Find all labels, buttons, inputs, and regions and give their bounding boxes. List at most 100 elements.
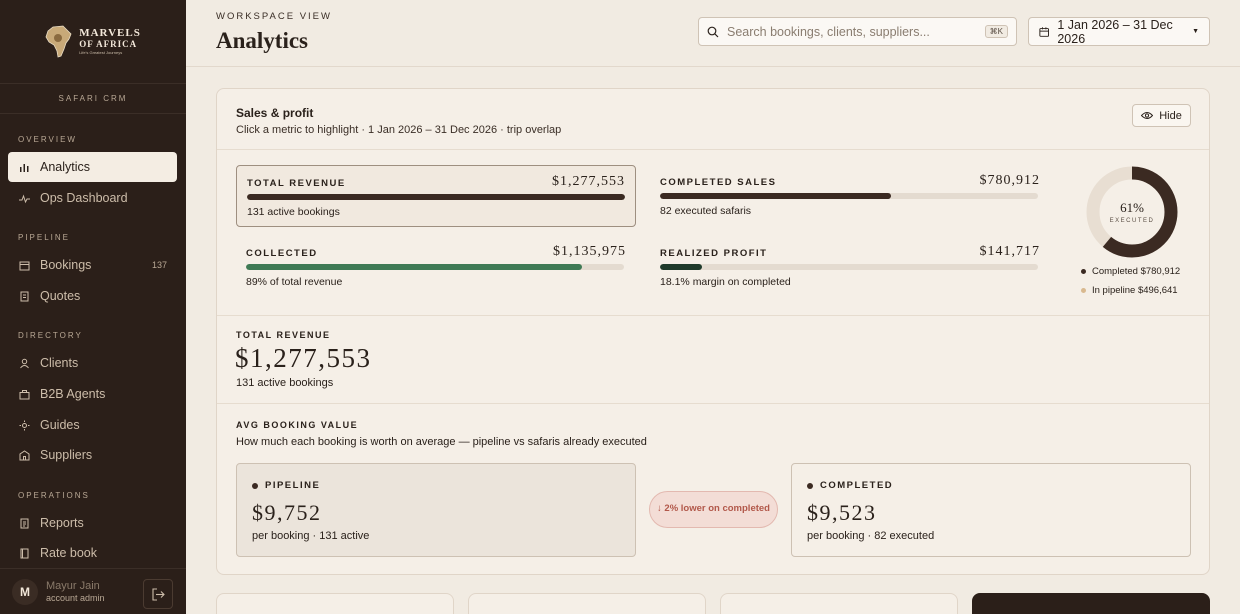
metric-label: REALIZED PROFIT (660, 248, 768, 259)
total-revenue-note: 131 active bookings (236, 377, 334, 389)
divider (217, 149, 1209, 150)
metric-progress-track (246, 264, 624, 270)
sun-icon (18, 419, 30, 431)
avg-booking-label: AVG BOOKING VALUE (236, 420, 359, 430)
metric-note: 82 executed safaris (660, 205, 752, 217)
metric-progress-fill (246, 264, 583, 270)
metric-total-revenue[interactable]: TOTAL REVENUE $1,277,553 131 active book… (236, 165, 636, 227)
sidebar-item-ops-dashboard[interactable]: Ops Dashboard (8, 183, 177, 213)
date-range-label: 1 Jan 2026 – 31 Dec 2026 (1057, 17, 1173, 46)
metric-progress-track (660, 193, 1038, 199)
sidebar-item-label: Reports (40, 516, 84, 530)
brand-logo[interactable]: MARVELS OF AFRICA Life's Greatest Journe… (0, 0, 186, 84)
donut-percent: 61% (1120, 200, 1144, 215)
comparison-text: 2% lower on completed (664, 503, 770, 515)
metric-value: $141,717 (979, 244, 1040, 259)
metric-realized-profit[interactable]: REALIZED PROFIT $141,717 18.1% margin on… (650, 236, 1050, 298)
legend-pipeline: In pipeline $496,641 (1081, 285, 1178, 296)
avg-pipeline-value: $9,752 (252, 500, 322, 525)
metric-label: COLLECTED (246, 248, 318, 259)
search-box[interactable]: ⌘K (698, 17, 1017, 46)
search-icon (707, 26, 719, 37)
avg-pipeline-card[interactable]: PIPELINE $9,752 per booking · 131 active (236, 463, 636, 557)
hide-button[interactable]: Hide (1132, 104, 1191, 127)
metric-note: 89% of total revenue (246, 276, 343, 288)
metric-value: $1,135,975 (553, 244, 626, 259)
avatar[interactable]: M (12, 578, 38, 605)
sidebar-item-label: B2B Agents (40, 387, 106, 401)
sidebar-item-label: Bookings (40, 258, 92, 272)
legend-dot (1081, 288, 1086, 293)
user-name: Mayur Jain (46, 579, 100, 592)
avg-completed-value: $9,523 (807, 500, 877, 525)
metric-label: COMPLETED SALES (660, 177, 777, 188)
metric-completed-sales[interactable]: COMPLETED SALES $780,912 82 executed saf… (650, 165, 1050, 227)
sidebar-item-quotes[interactable]: Quotes (8, 281, 177, 311)
avg-completed-label: COMPLETED (820, 480, 894, 491)
page-header: WORKSPACE VIEW Analytics ⌘K 1 Jan 2026 –… (186, 0, 1240, 67)
calendar-icon (18, 259, 30, 271)
hide-label: Hide (1159, 109, 1182, 122)
avg-pipeline-note: per booking · 131 active (252, 530, 370, 542)
sidebar-item-label: Analytics (40, 160, 91, 174)
sales-profit-card: Sales & profit Click a metric to highlig… (216, 88, 1210, 575)
brand-tagline: Life's Greatest Journeys (79, 50, 123, 55)
page-title: Analytics (216, 28, 308, 53)
summary-card-dark[interactable] (972, 593, 1210, 614)
sidebar-item-label: Clients (40, 356, 79, 370)
sidebar-item-clients[interactable]: Clients (8, 348, 177, 378)
bookings-count-badge: 137 (151, 260, 167, 270)
quote-doc-icon (18, 290, 30, 302)
briefcase-icon (18, 388, 30, 400)
bar-chart-icon (18, 161, 30, 173)
legend-label: Completed $780,912 (1092, 266, 1181, 277)
calendar-icon (1039, 26, 1049, 37)
chevron-down-icon: ▼ (1192, 28, 1199, 35)
metric-note: 18.1% margin on completed (660, 276, 791, 288)
sidebar-item-bookings[interactable]: Bookings 137 (8, 250, 177, 280)
metric-label: TOTAL REVENUE (247, 178, 346, 189)
summary-card[interactable] (720, 593, 958, 614)
sidebar-item-rate-book[interactable]: Rate book (8, 538, 177, 568)
executed-donut-chart: 61% EXECUTED (1085, 165, 1179, 259)
summary-card[interactable] (216, 593, 454, 614)
legend-label: In pipeline $496,641 (1092, 285, 1178, 296)
pulse-icon (18, 192, 30, 204)
user-profile: M Mayur Jain account admin (0, 568, 186, 614)
book-icon (18, 547, 30, 559)
sidebar-item-reports[interactable]: Reports (8, 508, 177, 538)
nav-section-pipeline: PIPELINE (18, 233, 71, 242)
sidebar-item-guides[interactable]: Guides (8, 410, 177, 440)
legend-dot (1081, 269, 1086, 274)
nav-section-operations: OPERATIONS (18, 491, 90, 500)
search-input[interactable] (727, 24, 977, 39)
completed-dot (807, 482, 813, 489)
building-icon (18, 449, 30, 461)
sidebar-item-b2b-agents[interactable]: B2B Agents (8, 379, 177, 409)
sidebar-item-analytics[interactable]: Analytics (8, 152, 177, 182)
nav-section-overview: OVERVIEW (18, 135, 77, 144)
comparison-badge: ↓ 2% lower on completed (649, 491, 778, 528)
page-eyebrow: WORKSPACE VIEW (216, 11, 332, 22)
avg-booking-subtitle: How much each booking is worth on averag… (236, 436, 647, 448)
metric-collected[interactable]: COLLECTED $1,135,975 89% of total revenu… (236, 236, 636, 298)
user-icon (18, 357, 30, 369)
metric-progress-track (247, 194, 625, 200)
date-range-picker[interactable]: 1 Jan 2026 – 31 Dec 2026 ▼ (1028, 17, 1210, 46)
avg-completed-note: per booking · 82 executed (807, 530, 935, 542)
brand-name: MARVELS (79, 27, 141, 39)
summary-card[interactable] (468, 593, 706, 614)
metric-value: $780,912 (979, 173, 1040, 188)
metric-value: $1,277,553 (552, 174, 625, 189)
sidebar-item-suppliers[interactable]: Suppliers (8, 440, 177, 470)
divider (217, 403, 1209, 404)
sidebar: MARVELS OF AFRICA Life's Greatest Journe… (0, 0, 186, 614)
sidebar-item-label: Suppliers (40, 448, 93, 462)
nav-section-directory: DIRECTORY (18, 331, 83, 340)
card-subtitle: Click a metric to highlight · 1 Jan 2026… (236, 124, 562, 136)
logout-button[interactable] (143, 579, 173, 609)
donut-caption: EXECUTED (1109, 218, 1155, 224)
avg-completed-card[interactable]: COMPLETED $9,523 per booking · 82 execut… (791, 463, 1191, 557)
sidebar-item-label: Quotes (40, 289, 81, 303)
card-title: Sales & profit (236, 106, 314, 120)
